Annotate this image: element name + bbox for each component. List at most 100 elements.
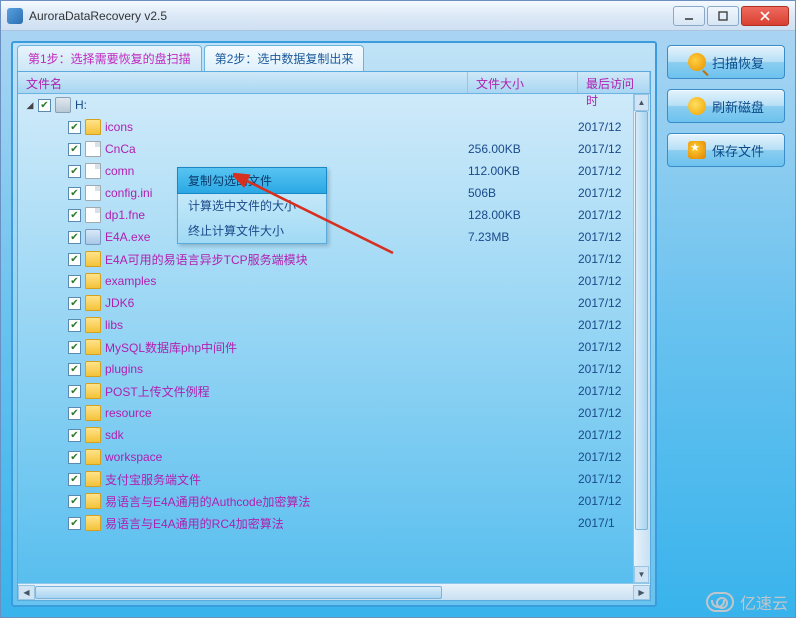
- checkbox[interactable]: ✔: [68, 429, 81, 442]
- table-row[interactable]: ✔CnCa256.00KB2017/12: [18, 138, 650, 160]
- table-row[interactable]: ✔comn112.00KB2017/12: [18, 160, 650, 182]
- file-name: workspace: [105, 450, 468, 464]
- checkbox[interactable]: ✔: [68, 363, 81, 376]
- checkbox[interactable]: ✔: [68, 473, 81, 486]
- scan-label: 扫描恢复: [712, 53, 764, 72]
- scroll-right-icon[interactable]: ▶: [633, 585, 650, 600]
- scrollbar-horizontal[interactable]: ◀ ▶: [18, 583, 650, 600]
- drive-row[interactable]: ◢ ✔ H:: [18, 94, 650, 116]
- col-size[interactable]: 文件大小: [468, 72, 578, 93]
- checkbox[interactable]: ✔: [68, 451, 81, 464]
- folder-icon: [85, 383, 101, 399]
- save-label: 保存文件: [712, 141, 764, 160]
- folder-icon: [85, 251, 101, 267]
- checkbox[interactable]: ✔: [68, 209, 81, 222]
- scrollbar-vertical[interactable]: ▲ ▼: [633, 94, 650, 583]
- title-bar[interactable]: AuroraDataRecovery v2.5: [1, 1, 795, 31]
- client-area: 第1步：选择需要恢复的盘扫描 第2步：选中数据复制出来 文件名 文件大小 最后访…: [1, 31, 795, 617]
- save-file-button[interactable]: 保存文件: [667, 133, 785, 167]
- file-size: 128.00KB: [468, 208, 578, 222]
- checkbox[interactable]: ✔: [68, 165, 81, 178]
- table-row[interactable]: ✔支付宝服务端文件2017/12: [18, 468, 650, 490]
- window-title: AuroraDataRecovery v2.5: [29, 9, 673, 23]
- table-row[interactable]: ✔POST上传文件例程2017/12: [18, 380, 650, 402]
- checkbox[interactable]: ✔: [68, 275, 81, 288]
- tab-step2[interactable]: 第2步：选中数据复制出来: [204, 45, 365, 71]
- file-size: 112.00KB: [468, 164, 578, 178]
- folder-icon: [85, 449, 101, 465]
- refresh-label: 刷新磁盘: [712, 97, 764, 116]
- application-icon: [85, 229, 101, 245]
- file-name: POST上传文件例程: [105, 383, 468, 400]
- drive-icon: [55, 97, 71, 113]
- checkbox[interactable]: ✔: [38, 99, 51, 112]
- menu-copy-checked[interactable]: 复制勾选的文件: [177, 167, 327, 194]
- minimize-button[interactable]: [673, 6, 705, 26]
- sidebar: 扫描恢复 刷新磁盘 保存文件: [667, 41, 785, 607]
- file-name: icons: [105, 120, 468, 134]
- menu-stop-calc[interactable]: 终止计算文件大小: [178, 218, 326, 243]
- checkbox[interactable]: ✔: [68, 121, 81, 134]
- table-row[interactable]: ✔icons2017/12: [18, 116, 650, 138]
- folder-icon: [85, 493, 101, 509]
- tab-step1[interactable]: 第1步：选择需要恢复的盘扫描: [17, 45, 202, 71]
- scroll-down-icon[interactable]: ▼: [634, 566, 649, 583]
- file-size: 506B: [468, 186, 578, 200]
- grid-body[interactable]: ◢ ✔ H: ✔icons2017/12✔CnCa256.00KB2017/12…: [18, 94, 650, 583]
- folder-icon: [85, 515, 101, 531]
- table-row[interactable]: ✔workspace2017/12: [18, 446, 650, 468]
- checkbox[interactable]: ✔: [68, 517, 81, 530]
- table-row[interactable]: ✔dp1.fne128.00KB2017/12: [18, 204, 650, 226]
- app-icon: [7, 8, 23, 24]
- col-date[interactable]: 最后访问时: [578, 72, 650, 93]
- scroll-up-icon[interactable]: ▲: [634, 94, 649, 111]
- table-row[interactable]: ✔plugins2017/12: [18, 358, 650, 380]
- save-icon: [688, 141, 706, 159]
- file-icon: [85, 207, 101, 223]
- table-row[interactable]: ✔examples2017/12: [18, 270, 650, 292]
- table-row[interactable]: ✔config.ini506B2017/12: [18, 182, 650, 204]
- table-row[interactable]: ✔libs2017/12: [18, 314, 650, 336]
- scroll-thumb-h[interactable]: [35, 586, 442, 599]
- main-panel: 第1步：选择需要恢复的盘扫描 第2步：选中数据复制出来 文件名 文件大小 最后访…: [11, 41, 657, 607]
- checkbox[interactable]: ✔: [68, 495, 81, 508]
- table-row[interactable]: ✔易语言与E4A通用的Authcode加密算法2017/12: [18, 490, 650, 512]
- table-row[interactable]: ✔易语言与E4A通用的RC4加密算法2017/1: [18, 512, 650, 534]
- folder-icon: [85, 405, 101, 421]
- file-name: CnCa: [105, 142, 468, 156]
- checkbox[interactable]: ✔: [68, 253, 81, 266]
- col-name[interactable]: 文件名: [18, 72, 468, 93]
- table-row[interactable]: ✔E4A可用的易语言异步TCP服务端模块2017/12: [18, 248, 650, 270]
- checkbox[interactable]: ✔: [68, 319, 81, 332]
- table-row[interactable]: ✔resource2017/12: [18, 402, 650, 424]
- window-buttons: [673, 6, 789, 26]
- table-row[interactable]: ✔JDK62017/12: [18, 292, 650, 314]
- menu-calc-size[interactable]: 计算选中文件的大小: [178, 193, 326, 218]
- checkbox[interactable]: ✔: [68, 187, 81, 200]
- checkbox[interactable]: ✔: [68, 341, 81, 354]
- file-name: sdk: [105, 428, 468, 442]
- folder-icon: [85, 361, 101, 377]
- file-name: 易语言与E4A通用的Authcode加密算法: [105, 493, 468, 510]
- file-name: MySQL数据库php中间件: [105, 339, 468, 356]
- maximize-button[interactable]: [707, 6, 739, 26]
- refresh-disk-button[interactable]: 刷新磁盘: [667, 89, 785, 123]
- table-row[interactable]: ✔E4A.exe7.23MB2017/12: [18, 226, 650, 248]
- checkbox[interactable]: ✔: [68, 407, 81, 420]
- expand-icon[interactable]: ◢: [24, 99, 36, 111]
- file-name: 支付宝服务端文件: [105, 471, 468, 488]
- scroll-left-icon[interactable]: ◀: [18, 585, 35, 600]
- file-grid: 文件名 文件大小 最后访问时 ◢ ✔ H: ✔icons2017/12✔CnCa…: [17, 71, 651, 601]
- checkbox[interactable]: ✔: [68, 297, 81, 310]
- table-row[interactable]: ✔MySQL数据库php中间件2017/12: [18, 336, 650, 358]
- scroll-thumb-v[interactable]: [635, 111, 648, 530]
- close-button[interactable]: [741, 6, 789, 26]
- checkbox[interactable]: ✔: [68, 385, 81, 398]
- scan-recover-button[interactable]: 扫描恢复: [667, 45, 785, 79]
- folder-icon: [85, 339, 101, 355]
- table-row[interactable]: ✔sdk2017/12: [18, 424, 650, 446]
- folder-icon: [85, 273, 101, 289]
- checkbox[interactable]: ✔: [68, 143, 81, 156]
- checkbox[interactable]: ✔: [68, 231, 81, 244]
- file-icon: [85, 185, 101, 201]
